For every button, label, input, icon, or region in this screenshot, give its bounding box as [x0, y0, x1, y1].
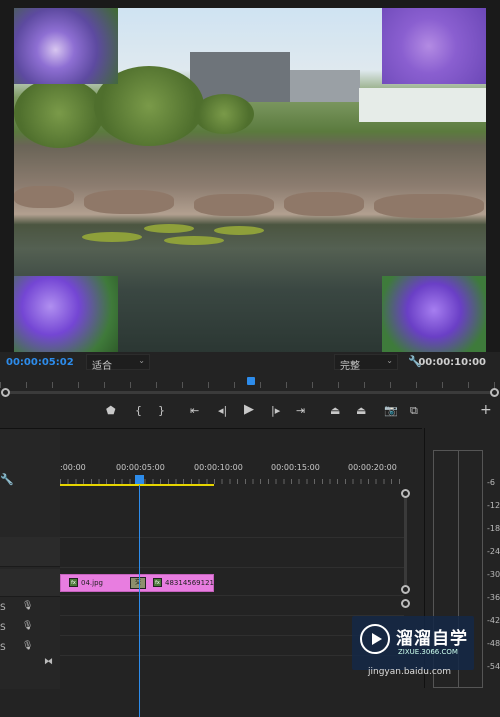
- lily-pad: [144, 224, 194, 233]
- transport-controls: ⬟ { } ⇤ ◂| ▶ |▸ ⇥ ⏏ ⏏ 📷 ⧉ +: [0, 402, 500, 420]
- video-track-header[interactable]: [0, 537, 60, 567]
- rock: [194, 194, 274, 216]
- scroll-handle-top[interactable]: [401, 599, 410, 608]
- chevron-down-icon: ⌄: [138, 356, 145, 365]
- chevron-down-icon: ⌄: [386, 356, 393, 365]
- ruler-label: 00:00:20:00: [348, 463, 397, 472]
- lift-icon[interactable]: ⏏: [330, 404, 340, 417]
- quality-dropdown-label: 完整: [340, 361, 360, 372]
- rock: [374, 194, 484, 218]
- master-volume-icon[interactable]: ⧓: [44, 657, 53, 667]
- zoom-handle-left[interactable]: [1, 388, 10, 397]
- watermark-subtitle: ZIXUE.3066.COM: [398, 648, 458, 656]
- rock: [284, 192, 364, 216]
- solo-label[interactable]: S: [0, 603, 6, 613]
- watermark-title: 溜溜自学: [396, 629, 468, 649]
- watermark-url: jingyan.baidu.com: [368, 667, 452, 677]
- ruler-label: 00:00:05:00: [116, 463, 165, 472]
- rock: [14, 186, 74, 208]
- play-icon[interactable]: ▶: [244, 402, 254, 417]
- rock: [84, 190, 174, 214]
- monitor-control-bar: 00:00:05:02 适合 ⌄ 完整 ⌄ 🔧 00:00:10:00: [0, 352, 500, 374]
- lily-pad: [164, 236, 224, 245]
- monitor-scrubber[interactable]: [0, 374, 500, 402]
- fx-badge-icon: fx: [69, 578, 78, 587]
- track-divider: [60, 567, 404, 568]
- tree: [14, 78, 104, 148]
- track-divider: [60, 595, 404, 596]
- go-to-out-icon[interactable]: ⇥: [296, 404, 305, 417]
- building: [190, 52, 290, 102]
- meter-label: -30: [487, 570, 500, 579]
- meter-label: -48: [487, 639, 500, 648]
- track-headers: 🔧 S 🎙 S 🎙 S 🎙 ⧓: [0, 429, 60, 689]
- video-track-header[interactable]: [0, 569, 60, 597]
- duration-timecode: 00:00:10:00: [418, 357, 486, 368]
- zoom-handle-right[interactable]: [490, 388, 499, 397]
- flower-overlay-bottom-right: [382, 276, 486, 352]
- mark-out-icon[interactable]: }: [158, 404, 165, 417]
- flower-overlay-top-left: [14, 8, 118, 84]
- fit-dropdown[interactable]: 适合 ⌄: [86, 354, 150, 372]
- flower-overlay-top-right: [382, 8, 486, 84]
- solo-label[interactable]: S: [0, 623, 6, 633]
- add-button-icon[interactable]: +: [480, 402, 492, 418]
- compare-icon[interactable]: ⧉: [410, 404, 418, 418]
- play-logo-icon: [360, 624, 390, 654]
- ruler-label: :00:00: [60, 463, 86, 472]
- tree: [194, 94, 254, 134]
- vertical-scrollbar[interactable]: [404, 491, 407, 589]
- mark-in-icon[interactable]: {: [135, 404, 142, 417]
- video-preview: [14, 8, 486, 352]
- wrench-icon[interactable]: 🔧: [0, 473, 14, 486]
- meter-label: -18: [487, 524, 500, 533]
- lily-pad: [82, 232, 142, 242]
- flower-overlay-bottom-left: [14, 276, 118, 352]
- building: [290, 70, 360, 102]
- watermark: 溜溜自学 ZIXUE.3066.COM: [352, 616, 474, 670]
- add-marker-icon[interactable]: ⬟: [106, 404, 116, 417]
- ruler-label: 00:00:15:00: [271, 463, 320, 472]
- meter-label: -54: [487, 662, 500, 671]
- scrubber-bar[interactable]: [6, 391, 494, 394]
- step-forward-icon[interactable]: |▸: [271, 404, 280, 417]
- meter-label: -42: [487, 616, 500, 625]
- building: [359, 88, 486, 122]
- step-back-icon[interactable]: ◂|: [218, 404, 227, 417]
- solo-label[interactable]: S: [0, 643, 6, 653]
- lily-pad: [214, 226, 264, 235]
- timeline-playhead-handle[interactable]: [135, 475, 144, 484]
- fx-badge-icon: fx: [153, 578, 162, 587]
- ruler-label: 00:00:10:00: [194, 463, 243, 472]
- transition-marker[interactable]: 交: [130, 577, 146, 589]
- microphone-icon[interactable]: 🎙: [22, 621, 33, 631]
- extract-icon[interactable]: ⏏: [356, 404, 366, 417]
- meter-label: -36: [487, 593, 500, 602]
- track-divider: [60, 537, 404, 538]
- go-to-in-icon[interactable]: ⇤: [190, 404, 199, 417]
- quality-dropdown[interactable]: 完整 ⌄: [334, 354, 398, 372]
- meter-label: -24: [487, 547, 500, 556]
- fit-dropdown-label: 适合: [92, 361, 112, 372]
- scroll-handle-top[interactable]: [401, 489, 410, 498]
- program-monitor: [0, 0, 500, 352]
- clip-label: 483145691217: [165, 579, 219, 587]
- playhead-line: [139, 485, 140, 717]
- camera-icon[interactable]: 📷: [384, 404, 398, 417]
- playhead-handle[interactable]: [247, 377, 255, 385]
- clip-label: 04.jpg: [81, 579, 103, 587]
- work-area-bar[interactable]: [60, 484, 214, 486]
- scroll-handle-bottom[interactable]: [401, 585, 410, 594]
- microphone-icon[interactable]: 🎙: [22, 641, 33, 651]
- microphone-icon[interactable]: 🎙: [22, 601, 33, 611]
- playhead-timecode[interactable]: 00:00:05:02: [6, 357, 74, 368]
- meter-label: -6: [487, 478, 495, 487]
- meter-label: -12: [487, 501, 500, 510]
- timeline-ruler[interactable]: :00:00 00:00:05:00 00:00:10:00 00:00:15:…: [60, 457, 404, 487]
